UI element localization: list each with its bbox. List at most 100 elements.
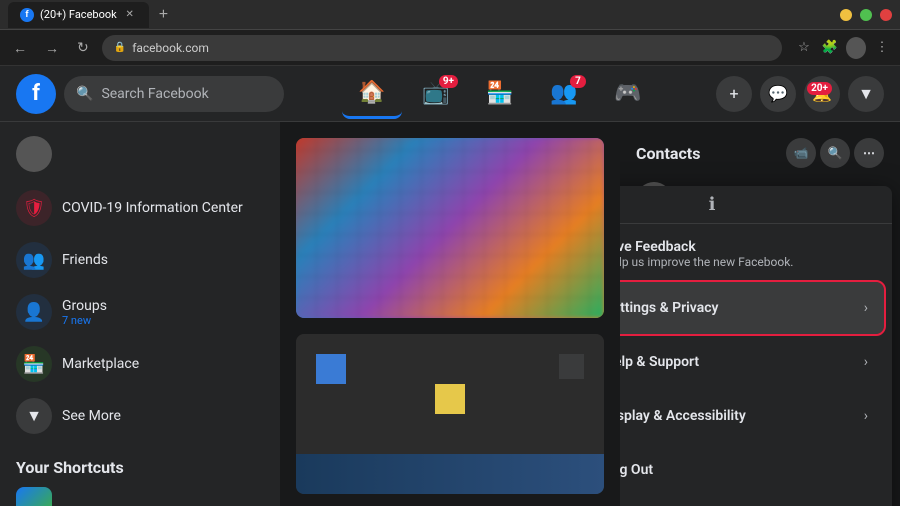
search-icon: 🔍 xyxy=(76,86,93,102)
fb-header-right: + 💬 🔔 20+ ▼ xyxy=(716,76,884,112)
dropdown-info-icon: ℹ xyxy=(620,190,892,219)
url-box[interactable]: 🔒 facebook.com xyxy=(102,35,782,61)
pixel-block-3 xyxy=(559,354,584,379)
messenger-button[interactable]: 💬 xyxy=(760,76,796,112)
see-more-label: See More xyxy=(62,408,121,424)
logout-item[interactable]: 🚪 Log Out xyxy=(620,444,884,496)
account-dropdown: ℹ 💬 Give Feedback Help us improve the ne… xyxy=(620,186,892,506)
contacts-search-icon[interactable]: 🔍 xyxy=(820,138,850,168)
create-button[interactable]: + xyxy=(716,76,752,112)
display-text: Display & Accessibility xyxy=(620,408,852,424)
sidebar-see-more[interactable]: ▼ See More xyxy=(8,390,272,442)
maximize-button[interactable] xyxy=(860,9,872,21)
right-content: Contacts 📹 🔍 ⋯ ℹ xyxy=(628,130,892,272)
nav-home[interactable]: 🏠 xyxy=(342,69,402,119)
forward-button[interactable]: → xyxy=(40,37,64,59)
covid-icon: 🛡 xyxy=(16,190,52,226)
refresh-button[interactable]: ↻ xyxy=(72,36,94,59)
chevron-down-icon: ▼ xyxy=(858,84,874,104)
fb-feed: What's on your mind, Akshay? ▶ Live Vide… xyxy=(280,122,620,506)
sidebar-item-covid[interactable]: 🛡 COVID-19 Information Center xyxy=(8,182,272,234)
menu-icon[interactable]: ⋮ xyxy=(872,38,892,58)
help-support-item[interactable]: ❓ Help & Support › xyxy=(620,336,884,388)
sidebar-item-marketplace[interactable]: 🏪 Marketplace xyxy=(8,338,272,390)
contacts-header: Contacts 📹 🔍 ⋯ xyxy=(628,130,892,176)
contacts-icons: 📹 🔍 ⋯ xyxy=(786,138,884,168)
tab-title: (20+) Facebook xyxy=(40,8,117,21)
sidebar-user-avatar xyxy=(16,136,52,172)
settings-privacy-item[interactable]: ⚙️ Settings & Privacy › xyxy=(620,282,884,334)
tab-close-button[interactable]: ✕ xyxy=(123,8,137,22)
nav-marketplace[interactable]: 🏪 xyxy=(470,69,530,119)
pixel-block-1 xyxy=(316,354,346,384)
sidebar-item-friends[interactable]: 👥 Friends xyxy=(8,234,272,286)
chevron-down-side-icon: ▼ xyxy=(16,398,52,434)
active-tab[interactable]: f (20+) Facebook ✕ xyxy=(8,2,149,28)
give-feedback-item[interactable]: 💬 Give Feedback Help us improve the new … xyxy=(620,228,884,280)
messenger-icon: 💬 xyxy=(768,84,788,103)
marketplace-icon: 🏪 xyxy=(486,81,513,106)
right-panel: Contacts 📹 🔍 ⋯ ℹ xyxy=(620,122,900,506)
extensions-icon[interactable]: 🧩 xyxy=(820,38,840,58)
browser-chrome: f (20+) Facebook ✕ + xyxy=(0,0,900,30)
settings-text: Settings & Privacy xyxy=(620,300,852,316)
feed-post-1 xyxy=(296,138,604,318)
search-placeholder: Search Facebook xyxy=(101,86,208,102)
help-text: Help & Support xyxy=(620,354,852,370)
post-image-pixelated-1 xyxy=(296,138,604,318)
watch-badge: 9+ xyxy=(439,75,458,88)
nav-gaming[interactable]: 🎮 xyxy=(598,69,658,119)
left-sidebar: 🛡 COVID-19 Information Center 👥 Friends … xyxy=(0,122,280,506)
contacts-more-icon[interactable]: ⋯ xyxy=(854,138,884,168)
logout-title: Log Out xyxy=(620,462,868,478)
post-image-2 xyxy=(296,334,604,494)
logout-text: Log Out xyxy=(620,462,868,478)
tab-favicon: f xyxy=(20,8,34,22)
sidebar-friends-label: Friends xyxy=(62,252,108,268)
sidebar-user-profile[interactable] xyxy=(8,130,272,178)
display-title: Display & Accessibility xyxy=(620,408,852,424)
sidebar-groups-label: Groups xyxy=(62,298,107,314)
fb-logo: f xyxy=(16,74,56,114)
pixel-block-2 xyxy=(435,384,465,414)
new-tab-button[interactable]: + xyxy=(153,4,174,26)
help-chevron-icon: › xyxy=(864,354,868,370)
post-footer-bar xyxy=(296,454,604,494)
shortcut-icon-1 xyxy=(16,487,52,506)
fb-nav: 🏠 📺 9+ 🏪 👥 7 🎮 xyxy=(342,69,658,119)
tab-bar: f (20+) Facebook ✕ + xyxy=(8,2,174,28)
feedback-title: Give Feedback xyxy=(620,239,868,255)
sidebar-covid-label: COVID-19 Information Center xyxy=(62,200,243,216)
gaming-icon: 🎮 xyxy=(614,81,641,106)
marketplace-side-icon: 🏪 xyxy=(16,346,52,382)
plus-icon: + xyxy=(729,84,738,103)
window-controls xyxy=(840,9,892,21)
post-image-1 xyxy=(296,138,604,318)
shortcuts-title: Your Shortcuts xyxy=(8,450,272,481)
settings-title: Settings & Privacy xyxy=(620,300,852,316)
account-menu-button[interactable]: ▼ xyxy=(848,76,884,112)
profile-icon[interactable] xyxy=(846,38,866,58)
nav-groups[interactable]: 👥 7 xyxy=(534,69,594,119)
dropdown-divider-1 xyxy=(620,223,892,224)
sidebar-shortcut-1[interactable] xyxy=(8,481,272,506)
notifications-badge: 20+ xyxy=(807,82,832,95)
display-accessibility-item[interactable]: 🌙 Display & Accessibility › xyxy=(620,390,884,442)
contacts-video-icon[interactable]: 📹 xyxy=(786,138,816,168)
fb-search-box[interactable]: 🔍 Search Facebook xyxy=(64,76,284,112)
friends-icon: 👥 xyxy=(16,242,52,278)
url-text: facebook.com xyxy=(132,41,209,55)
feedback-text: Give Feedback Help us improve the new Fa… xyxy=(620,239,868,269)
feedback-subtitle: Help us improve the new Facebook. xyxy=(620,255,868,269)
sidebar-item-groups[interactable]: 👤 Groups 7 new xyxy=(8,286,272,338)
minimize-button[interactable] xyxy=(840,9,852,21)
home-icon: 🏠 xyxy=(358,80,385,105)
bookmark-icon[interactable]: ☆ xyxy=(794,38,814,58)
back-button[interactable]: ← xyxy=(8,37,32,59)
close-button[interactable] xyxy=(880,9,892,21)
notifications-button[interactable]: 🔔 20+ xyxy=(804,76,840,112)
nav-watch[interactable]: 📺 9+ xyxy=(406,69,466,119)
groups-new-badge: 7 new xyxy=(62,314,107,327)
groups-side-icon: 👤 xyxy=(16,294,52,330)
address-bar: ← → ↻ 🔒 facebook.com ☆ 🧩 ⋮ xyxy=(0,30,900,66)
